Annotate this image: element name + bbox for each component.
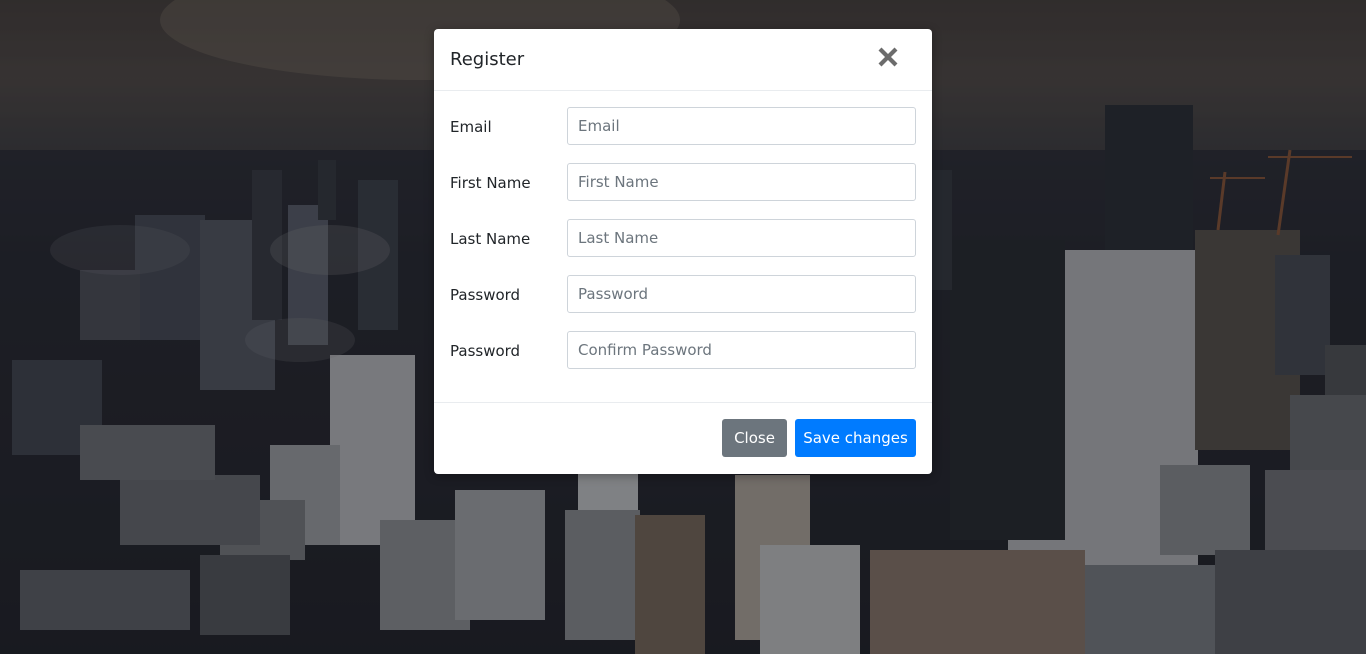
form-row-confirm-password: Password bbox=[450, 331, 916, 369]
form-row-email: Email bbox=[450, 107, 916, 145]
form-row-password: Password bbox=[450, 275, 916, 313]
modal-header: Register bbox=[434, 29, 932, 91]
close-x-button[interactable] bbox=[874, 43, 902, 71]
first-name-label: First Name bbox=[450, 174, 531, 192]
password-label: Password bbox=[450, 286, 521, 304]
modal-footer: Close Save changes bbox=[434, 403, 932, 473]
register-modal: Register Email First Name Last Name Pass… bbox=[434, 29, 932, 474]
email-input[interactable] bbox=[567, 107, 916, 145]
confirm-password-input[interactable] bbox=[567, 331, 916, 369]
form-row-first-name: First Name bbox=[450, 163, 916, 201]
form-row-last-name: Last Name bbox=[450, 219, 916, 257]
modal-title: Register bbox=[450, 49, 525, 70]
last-name-input[interactable] bbox=[567, 219, 916, 257]
close-button[interactable]: Close bbox=[722, 419, 787, 457]
password-input[interactable] bbox=[567, 275, 916, 313]
modal-body: Email First Name Last Name Password Pass… bbox=[434, 91, 932, 403]
last-name-label: Last Name bbox=[450, 230, 531, 248]
confirm-password-label: Password bbox=[450, 342, 521, 360]
email-label: Email bbox=[450, 118, 492, 136]
save-changes-button[interactable]: Save changes bbox=[795, 419, 916, 457]
first-name-input[interactable] bbox=[567, 163, 916, 201]
close-icon bbox=[878, 47, 898, 67]
